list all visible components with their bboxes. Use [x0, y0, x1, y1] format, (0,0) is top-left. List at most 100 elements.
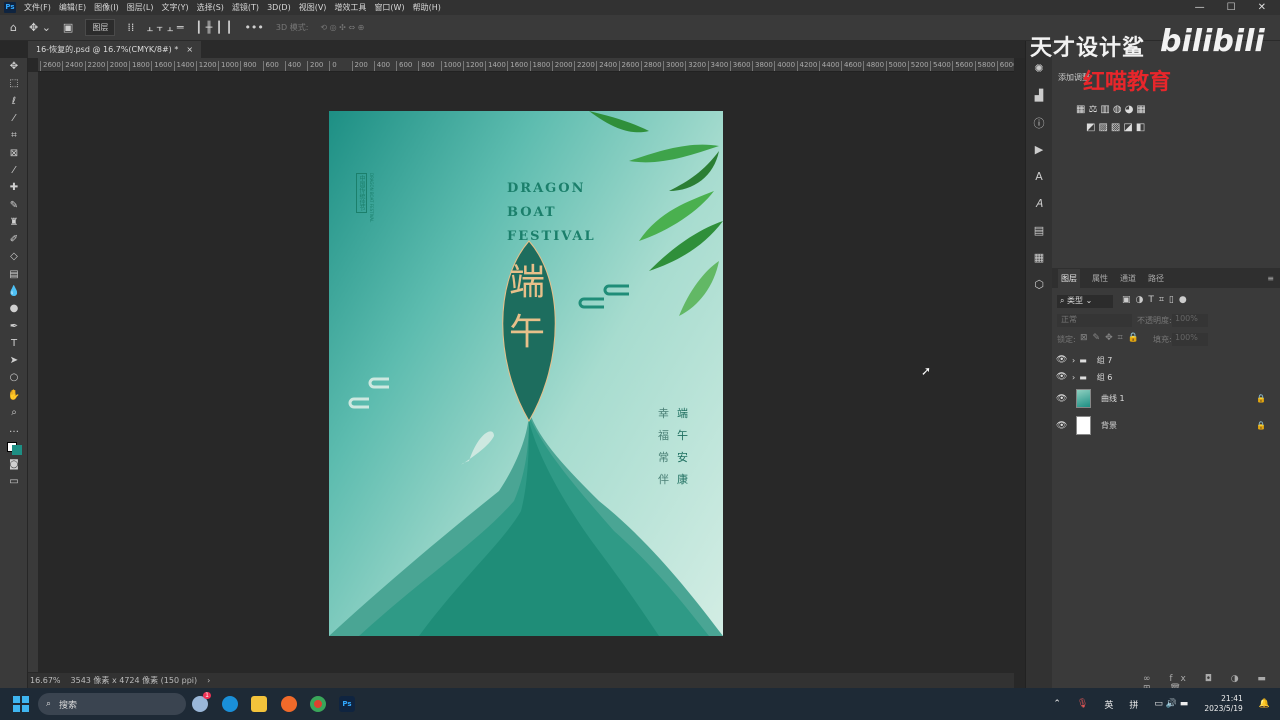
- photoshop-taskbar-icon[interactable]: Ps: [339, 696, 355, 712]
- move-tool-icon[interactable]: ✥: [0, 58, 28, 75]
- layer-row[interactable]: 👁 › ▬ 组 6: [1056, 370, 1266, 384]
- notifications-bell-icon[interactable]: 🔔: [1259, 699, 1270, 709]
- network-volume-battery-icons[interactable]: ▭ 🔊 ▬: [1154, 699, 1188, 709]
- tab-properties[interactable]: 属性: [1092, 273, 1108, 284]
- layer-row[interactable]: 👁 背景 🔒: [1056, 415, 1266, 436]
- menu-type[interactable]: 文字(Y): [161, 2, 188, 13]
- move-tool-icon[interactable]: ✥ ⌄: [29, 21, 51, 34]
- lock-icon[interactable]: 🔒: [1256, 421, 1266, 430]
- visibility-eye-icon[interactable]: 👁: [1056, 421, 1070, 431]
- expand-chevron-icon[interactable]: ›: [1072, 373, 1075, 382]
- lock-icons[interactable]: ⊠✎✥⌗🔒: [1080, 333, 1144, 343]
- status-menu-arrow[interactable]: ›: [207, 676, 210, 685]
- shape-tool-icon[interactable]: ○: [0, 369, 28, 386]
- info-icon[interactable]: ⓘ: [1026, 109, 1052, 136]
- clone-stamp-icon[interactable]: ♜: [0, 214, 28, 231]
- healing-brush-icon[interactable]: ✚: [0, 179, 28, 196]
- crop-tool-icon[interactable]: ⌗: [0, 127, 28, 144]
- blur-tool-icon[interactable]: 💧: [0, 283, 28, 300]
- frame-tool-icon[interactable]: ⊠: [0, 144, 28, 161]
- 3d-cube-icon[interactable]: ⬡: [1026, 271, 1052, 298]
- more-icon[interactable]: •••: [244, 21, 263, 34]
- dodge-tool-icon[interactable]: ●: [0, 300, 28, 317]
- zoom-tool-icon[interactable]: ⌕: [0, 404, 28, 421]
- brush-tool-icon[interactable]: ✎: [0, 196, 28, 213]
- menu-filter[interactable]: 滤镜(T): [232, 2, 259, 13]
- visibility-eye-icon[interactable]: 👁: [1056, 355, 1070, 365]
- character-icon[interactable]: A: [1026, 163, 1052, 190]
- adjustment-icons-row[interactable]: ▦⚖▥◍◕▦: [1076, 104, 1149, 115]
- language-indicator[interactable]: 英: [1104, 698, 1113, 711]
- weather-widget-icon[interactable]: 1: [192, 692, 211, 712]
- layer-filter-dropdown[interactable]: ⌕ 类型 ⌄: [1057, 295, 1113, 308]
- blend-mode-dropdown[interactable]: 正常: [1057, 314, 1132, 327]
- color-swatches-icon[interactable]: [0, 439, 28, 456]
- menu-select[interactable]: 选择(S): [197, 2, 224, 13]
- poster-artwork[interactable]: DRAGON BOAT FESTIVAL 端 午 中国传统佳节 DRAGON B…: [329, 111, 723, 636]
- microphone-icon[interactable]: 🎙: [1077, 699, 1088, 709]
- hand-tool-icon[interactable]: ✋: [0, 387, 28, 404]
- gradient-tool-icon[interactable]: ▤: [0, 266, 28, 283]
- layer-row[interactable]: 👁 › ▬ 组 7: [1056, 353, 1266, 367]
- tray-overflow-chevron-icon[interactable]: ⌃: [1053, 699, 1061, 709]
- lock-icon[interactable]: 🔒: [1256, 394, 1266, 403]
- edge-browser-icon[interactable]: [222, 696, 238, 712]
- menu-edit[interactable]: 编辑(E): [59, 2, 86, 13]
- clock[interactable]: 21:41 2023/5/19: [1204, 694, 1242, 714]
- lasso-tool-icon[interactable]: ℓ: [0, 93, 28, 110]
- notes-icon[interactable]: ▦: [1026, 244, 1052, 271]
- zoom-level[interactable]: 16.67%: [30, 676, 61, 685]
- layer-filter-icons[interactable]: ▣◑T⌗▯●: [1122, 295, 1192, 305]
- transform-controls-icon[interactable]: ⁞⁞: [127, 21, 134, 34]
- libraries-icon[interactable]: ▤: [1026, 217, 1052, 244]
- histogram-icon[interactable]: ▟: [1026, 82, 1052, 109]
- chrome-icon[interactable]: [310, 696, 326, 712]
- close-button[interactable]: ✕: [1258, 2, 1266, 13]
- visibility-eye-icon[interactable]: 👁: [1056, 372, 1070, 382]
- menu-layer[interactable]: 图层(L): [127, 2, 154, 13]
- eraser-icon[interactable]: ◇: [0, 248, 28, 265]
- menu-image[interactable]: 图像(I): [94, 2, 119, 13]
- menu-window[interactable]: 窗口(W): [374, 2, 404, 13]
- menu-file[interactable]: 文件(F): [24, 2, 51, 13]
- menu-3d[interactable]: 3D(D): [267, 3, 291, 12]
- expand-chevron-icon[interactable]: ›: [1072, 356, 1075, 365]
- menu-help[interactable]: 帮助(H): [413, 2, 441, 13]
- tab-channels[interactable]: 通道: [1120, 273, 1136, 284]
- ime-indicator[interactable]: 拼: [1129, 698, 1138, 711]
- pen-tool-icon[interactable]: ✒: [0, 317, 28, 334]
- minimize-button[interactable]: —: [1195, 2, 1205, 13]
- history-brush-icon[interactable]: ✐: [0, 231, 28, 248]
- marquee-tool-icon[interactable]: ⬚: [0, 75, 28, 92]
- paragraph-glyph-icon[interactable]: 𝐴: [1026, 190, 1052, 217]
- file-explorer-icon[interactable]: [251, 696, 267, 712]
- taskbar-search[interactable]: ⌕ 搜索: [38, 693, 186, 715]
- layer-row[interactable]: 👁 曲线 1 🔒: [1056, 388, 1266, 409]
- auto-select-icon[interactable]: ▣: [63, 21, 73, 34]
- align-icons[interactable]: ⫠ ⫟ ⫠ ═: [146, 21, 183, 35]
- firefox-icon[interactable]: [281, 696, 297, 712]
- close-tab-icon[interactable]: ×: [186, 45, 193, 54]
- quick-mask-icon[interactable]: ◙: [0, 456, 28, 473]
- tab-layers[interactable]: 图层: [1058, 268, 1080, 288]
- path-select-icon[interactable]: ➤: [0, 352, 28, 369]
- fill-input[interactable]: 100%: [1172, 333, 1208, 346]
- distribute-icons[interactable]: ┃ ╫ ┃ ┃: [195, 21, 232, 34]
- windows-start-icon[interactable]: [13, 696, 29, 712]
- magic-wand-icon[interactable]: ⁄: [0, 110, 28, 127]
- opacity-input[interactable]: 100%: [1172, 314, 1208, 327]
- maximize-button[interactable]: ☐: [1227, 2, 1236, 13]
- visibility-eye-icon[interactable]: 👁: [1056, 394, 1070, 404]
- home-icon[interactable]: ⌂: [10, 21, 17, 34]
- 3d-tools-icons[interactable]: ⟲ ◎ ✣ ⇔ ⊕: [320, 23, 364, 32]
- screen-mode-icon[interactable]: ▭: [0, 473, 28, 490]
- eyedropper-icon[interactable]: ⁄: [0, 162, 28, 179]
- actions-play-icon[interactable]: ▶: [1026, 136, 1052, 163]
- adjustment-icons-row[interactable]: ◩▨▨◪◧: [1086, 122, 1148, 133]
- tab-paths[interactable]: 路径: [1148, 273, 1164, 284]
- menu-plugins[interactable]: 增效工具: [334, 2, 366, 13]
- menu-view[interactable]: 视图(V): [299, 2, 327, 13]
- auto-select-dropdown[interactable]: 图层: [85, 19, 116, 36]
- type-tool-icon[interactable]: T: [0, 335, 28, 352]
- panel-menu-icon[interactable]: ≡: [1267, 274, 1274, 283]
